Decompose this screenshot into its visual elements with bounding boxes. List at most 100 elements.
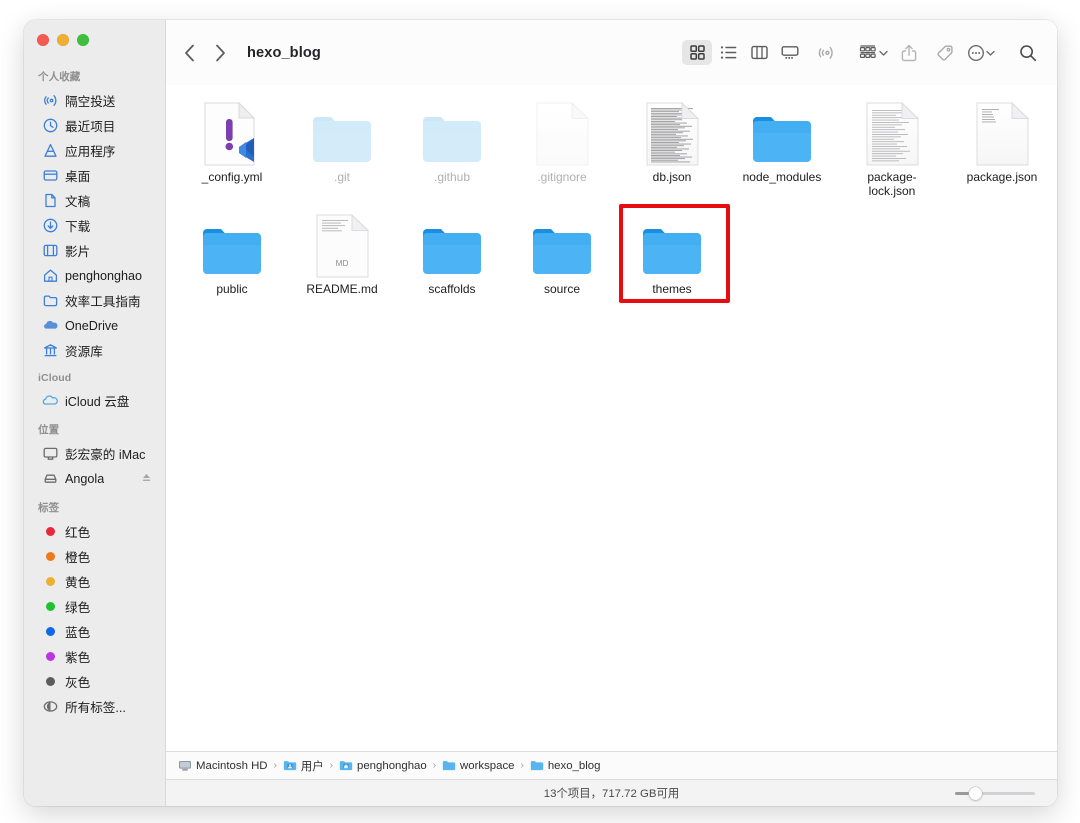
folder-icon [442, 759, 456, 772]
sidebar-item-绿色[interactable]: 绿色 [29, 594, 160, 619]
sidebar-item-资源库[interactable]: 资源库 [29, 338, 160, 363]
file-name: db.json [652, 170, 692, 184]
sidebar-item-效率工具指南[interactable]: 效率工具指南 [29, 288, 160, 313]
blank-doc-icon [535, 101, 590, 167]
breadcrumb-item[interactable]: workspace [442, 759, 515, 772]
tag-dot [42, 599, 58, 615]
sidebar-item-隔空投送[interactable]: 隔空投送 [29, 88, 160, 113]
sidebar-item-label: 橙色 [65, 551, 91, 565]
icloud-icon [42, 393, 58, 409]
forward-button[interactable] [211, 41, 229, 65]
sidebar-item-label: 灰色 [65, 676, 91, 690]
file-name: source [543, 282, 581, 296]
breadcrumb-label: Macintosh HD [196, 759, 268, 772]
tag-dot [42, 649, 58, 665]
sidebar-item-最近项目[interactable]: 最近项目 [29, 113, 160, 138]
icon-view-button[interactable] [682, 40, 712, 65]
file-item[interactable]: package-lock.json [837, 95, 947, 207]
downloads-icon [42, 218, 58, 234]
sidebar-item-桌面[interactable]: 桌面 [29, 163, 160, 188]
file-grid-container[interactable]: _config.yml .git .github .gitignore db.j… [166, 85, 1057, 751]
airdrop-icon[interactable] [811, 40, 841, 65]
sidebar-item-紫色[interactable]: 紫色 [29, 644, 160, 669]
file-item[interactable]: source [507, 207, 617, 319]
sidebar-item-蓝色[interactable]: 蓝色 [29, 619, 160, 644]
text-doc-dense-icon [645, 101, 700, 167]
close-button[interactable] [37, 34, 49, 46]
sidebar-item-所有标签...[interactable]: 所有标签... [29, 694, 160, 719]
sidebar-item-label: 文稿 [65, 195, 91, 209]
breadcrumb-separator: › [329, 760, 334, 771]
gallery-view-button[interactable] [775, 40, 805, 65]
share-icon[interactable] [894, 40, 924, 65]
sidebar-item-label: penghonghao [65, 268, 143, 283]
file-item[interactable]: .git [287, 95, 397, 207]
text-doc-light-icon [975, 101, 1030, 167]
sidebar-item-penghonghao[interactable]: penghonghao [29, 263, 160, 288]
folder-icon [530, 759, 544, 772]
folder-icon [200, 213, 264, 279]
main-area: hexo_blog _config.yml .git .github .giti… [166, 20, 1057, 806]
file-item[interactable]: node_modules [727, 95, 837, 207]
sidebar-item-iCloud 云盘[interactable]: iCloud 云盘 [29, 388, 160, 413]
sidebar-item-灰色[interactable]: 灰色 [29, 669, 160, 694]
movies-icon [42, 243, 58, 259]
sidebar-item-label: iCloud 云盘 [65, 395, 130, 409]
breadcrumb-item[interactable]: hexo_blog [530, 759, 601, 772]
finder-window: 个人收藏 隔空投送 最近项目 应用程序 桌面 文稿 下载 影片 penghonghao 效率工具指… [24, 20, 1057, 806]
sidebar-item-应用程序[interactable]: 应用程序 [29, 138, 160, 163]
file-item[interactable]: public [177, 207, 287, 319]
status-bar: 13个项目，717.72 GB可用 [166, 779, 1057, 806]
list-view-button[interactable] [713, 40, 743, 65]
sidebar-item-label: 应用程序 [65, 145, 116, 159]
file-item[interactable]: package.json [947, 95, 1057, 207]
sidebar-item-红色[interactable]: 红色 [29, 519, 160, 544]
sidebar-item-影片[interactable]: 影片 [29, 238, 160, 263]
folder-icon [420, 213, 484, 279]
tag-dot [42, 524, 58, 540]
breadcrumb-item[interactable]: Macintosh HD [178, 759, 268, 772]
more-icon[interactable] [966, 40, 996, 65]
file-item[interactable]: scaffolds [397, 207, 507, 319]
md-doc-icon: MD [315, 213, 370, 279]
minimize-button[interactable] [57, 34, 69, 46]
imac-icon [42, 446, 58, 462]
breadcrumb-item[interactable]: 用户 [283, 758, 324, 774]
file-name: scaffolds [428, 282, 476, 296]
file-item[interactable]: .gitignore [507, 95, 617, 207]
maximize-button[interactable] [77, 34, 89, 46]
sidebar-item-label: 资源库 [65, 345, 103, 359]
back-button[interactable] [180, 41, 198, 65]
file-item[interactable]: themes [617, 207, 727, 319]
group-by-icon[interactable] [858, 40, 888, 65]
slider-knob[interactable] [969, 786, 982, 800]
view-switcher [682, 40, 805, 65]
sidebar-item-Angola[interactable]: Angola [29, 466, 160, 491]
search-icon[interactable] [1013, 40, 1043, 65]
sidebar: 个人收藏 隔空投送 最近项目 应用程序 桌面 文稿 下载 影片 penghonghao 效率工具指… [24, 20, 166, 806]
sidebar-item-文稿[interactable]: 文稿 [29, 188, 160, 213]
file-name: package.json [966, 170, 1038, 184]
sidebar-item-橙色[interactable]: 橙色 [29, 544, 160, 569]
eject-icon[interactable] [141, 472, 152, 486]
sidebar-item-黄色[interactable]: 黄色 [29, 569, 160, 594]
tag-dot [42, 624, 58, 640]
library-icon [42, 343, 58, 359]
sidebar-item-下载[interactable]: 下载 [29, 213, 160, 238]
file-item[interactable]: MD README.md [287, 207, 397, 319]
sidebar-item-彭宏豪的 iMac[interactable]: 彭宏豪的 iMac [29, 441, 160, 466]
column-view-button[interactable] [744, 40, 774, 65]
icon-size-slider[interactable] [955, 786, 1035, 800]
file-item[interactable]: db.json [617, 95, 727, 207]
breadcrumb-label: hexo_blog [547, 759, 601, 772]
tag-icon[interactable] [930, 40, 960, 65]
folder-icon [530, 213, 594, 279]
users-folder-icon [283, 759, 297, 772]
breadcrumb-item[interactable]: penghonghao [339, 759, 427, 772]
file-name: .gitignore [537, 170, 587, 184]
file-item[interactable]: .github [397, 95, 507, 207]
hard-drive-icon [178, 759, 192, 772]
sidebar-item-OneDrive[interactable]: OneDrive [29, 313, 160, 338]
text-doc-icon [865, 101, 920, 167]
file-item[interactable]: _config.yml [177, 95, 287, 207]
